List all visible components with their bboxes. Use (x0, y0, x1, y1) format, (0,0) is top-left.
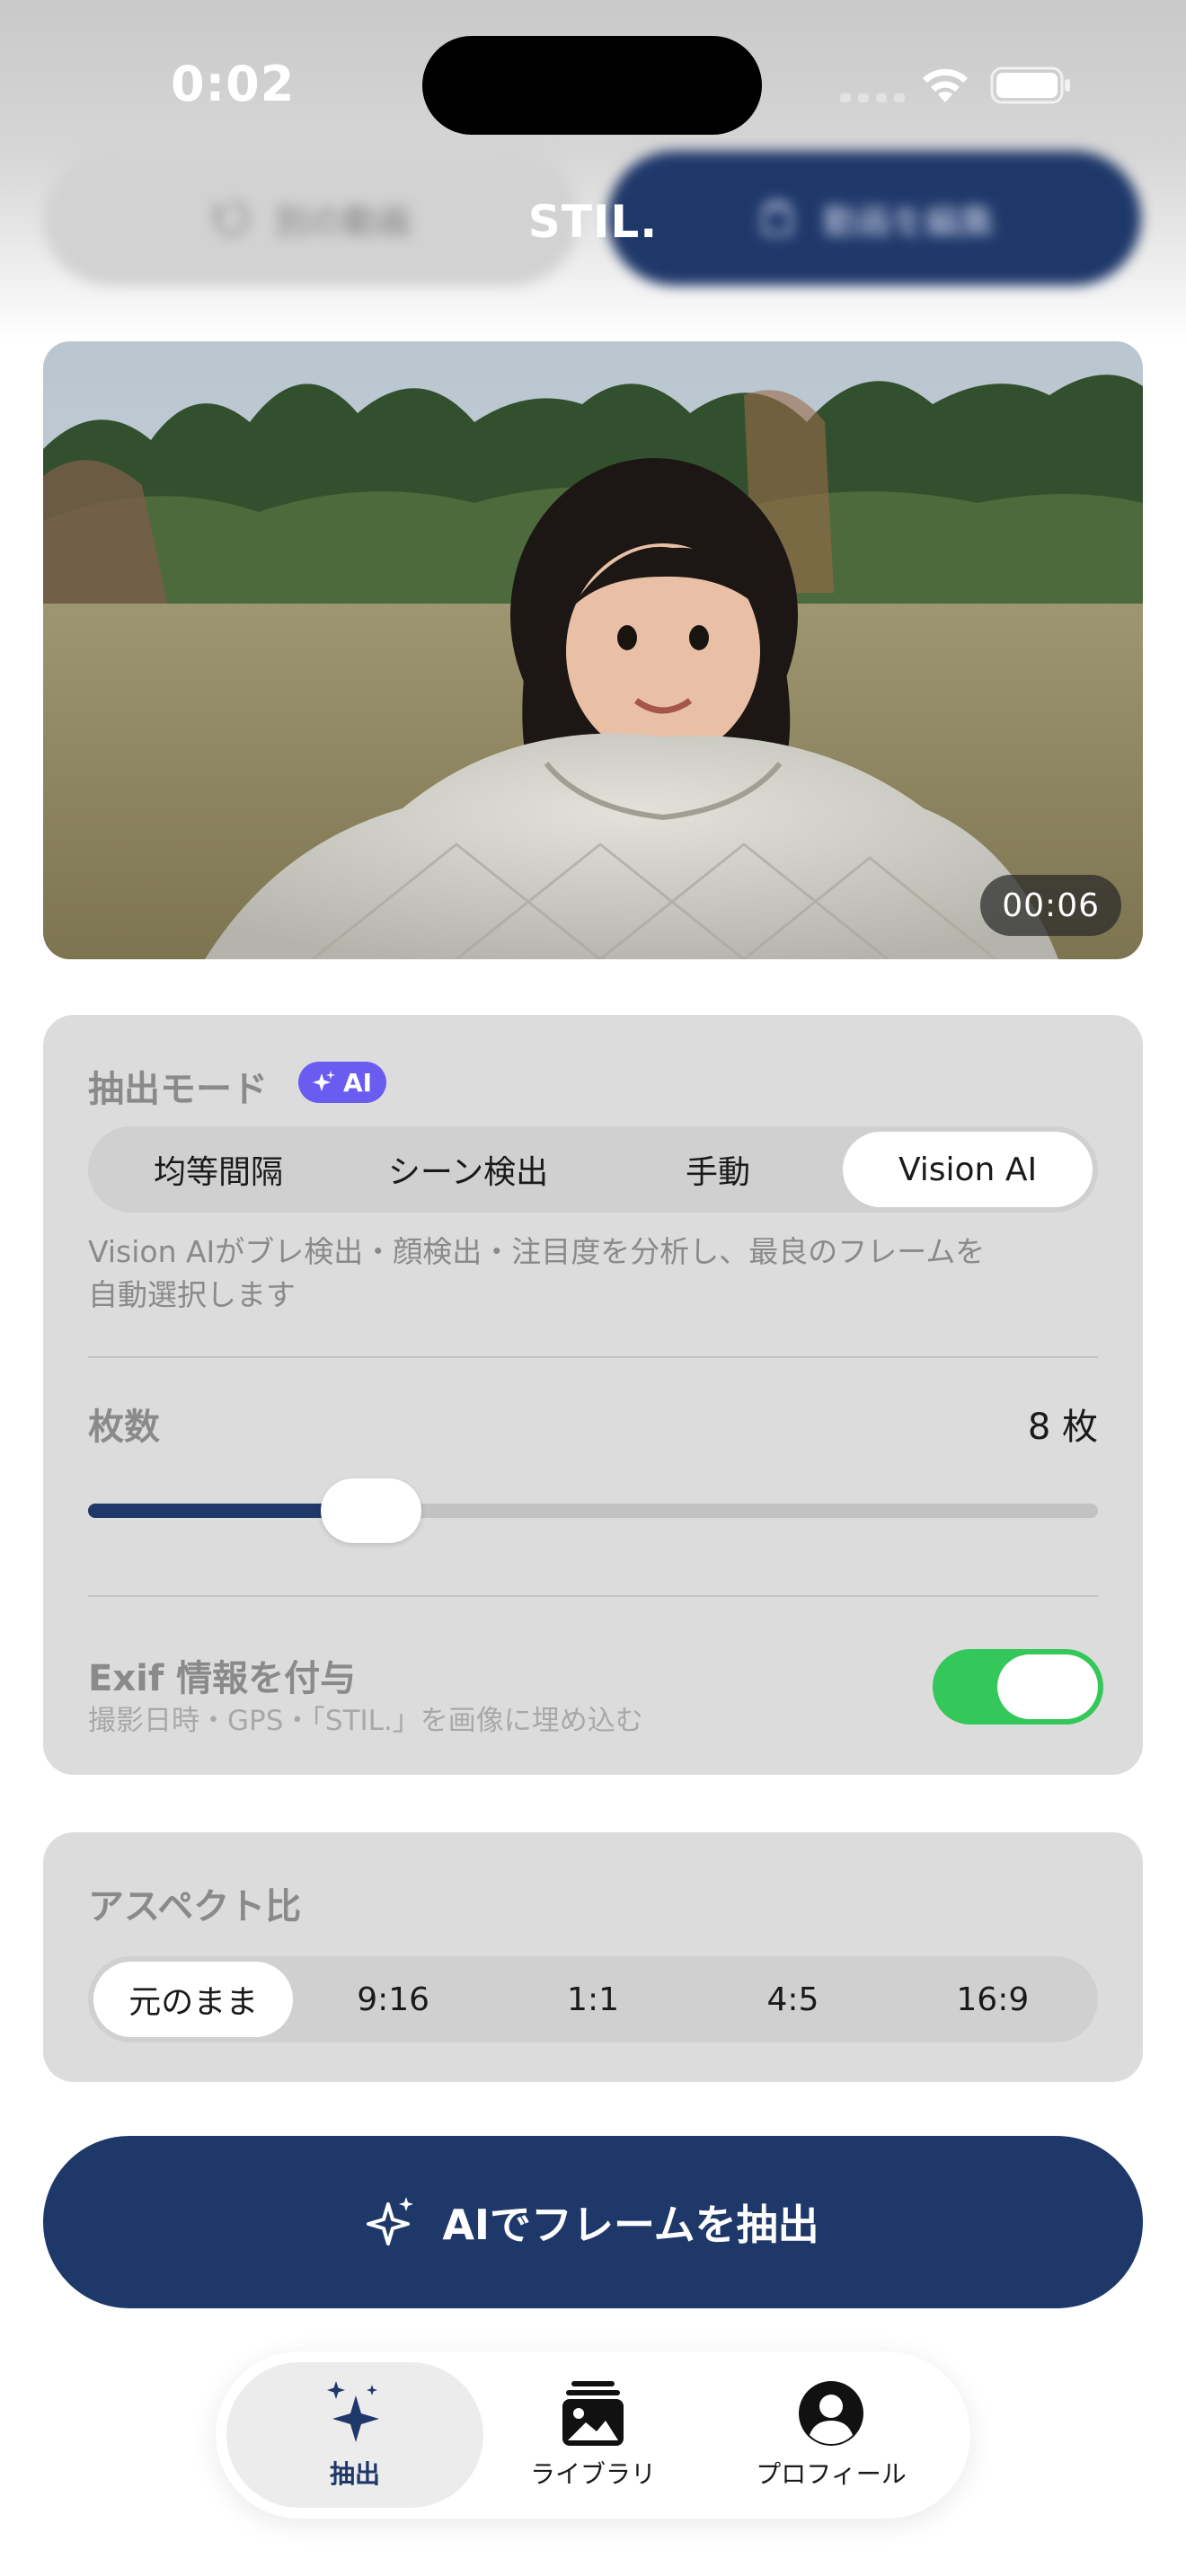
mode-option-manual[interactable]: 手動 (593, 1132, 843, 1207)
mode-description-line1: Vision AIがブレ検出・顔検出・注目度を分析し、最良のフレームを (88, 1234, 986, 1269)
tab-library-label: ライブラリ (529, 2459, 656, 2489)
count-label: 枚数 (88, 1407, 160, 1448)
exif-sublabel: 撮影日時・GPS・「STIL.」を画像に埋め込む (88, 1705, 643, 1737)
mode-option-scene[interactable]: シーン検出 (343, 1132, 593, 1207)
mode-option-vision-ai[interactable]: Vision AI (843, 1132, 1093, 1207)
extraction-settings-card: 抽出モード AI 均等間隔 シーン検出 手動 Vision AI Vision … (43, 1015, 1143, 1775)
sparkles-icon (367, 2197, 414, 2245)
ai-badge: AI (298, 1062, 387, 1103)
tab-bar: 抽出 ライブラリ プロフィール (216, 2351, 970, 2519)
aspect-option-16-9[interactable]: 16:9 (893, 1962, 1093, 2037)
aspect-ratio-selector: 元のまま 9:16 1:1 4:5 16:9 (88, 1956, 1098, 2042)
aspect-option-9-16[interactable]: 9:16 (293, 1962, 492, 2037)
photo-library-icon (562, 2381, 624, 2446)
extract-frames-button[interactable]: AIでフレームを抽出 (43, 2136, 1143, 2308)
aspect-ratio-card: アスペクト比 元のまま 9:16 1:1 4:5 16:9 (43, 1832, 1143, 2082)
tab-profile[interactable]: プロフィール (703, 2362, 960, 2508)
video-frame (43, 341, 1143, 959)
app-title: STIL. (527, 196, 659, 248)
exif-toggle-knob (997, 1654, 1098, 1719)
exif-label: Exif 情報を付与 (88, 1658, 357, 1699)
aspect-ratio-label: アスペクト比 (88, 1886, 302, 1928)
aspect-option-original[interactable]: 元のまま (93, 1962, 294, 2037)
extract-frames-label: AIでフレームを抽出 (442, 2201, 819, 2249)
tab-profile-label: プロフィール (756, 2459, 907, 2489)
aspect-option-4-5[interactable]: 4:5 (693, 1962, 892, 2037)
mode-description: Vision AIがブレ検出・顔検出・注目度を分析し、最良のフレームを 自動選択… (88, 1231, 1076, 1317)
sparkles-icon (313, 1071, 335, 1091)
count-slider[interactable] (88, 1478, 1098, 1543)
dynamic-island (422, 36, 762, 135)
ai-badge-text: AI (343, 1067, 373, 1098)
video-duration: 00:06 (980, 875, 1121, 936)
divider (88, 1356, 1098, 1358)
divider (88, 1595, 1098, 1597)
extraction-mode-label: 抽出モード (88, 1069, 268, 1110)
person-circle-icon (799, 2381, 863, 2446)
tab-extract[interactable]: 抽出 (226, 2362, 483, 2508)
status-time: 0:02 (171, 56, 296, 112)
wifi-icon (923, 68, 968, 102)
battery-icon (990, 66, 1070, 104)
tab-library[interactable]: ライブラリ (465, 2362, 721, 2508)
exif-toggle[interactable] (933, 1649, 1103, 1725)
aspect-option-1-1[interactable]: 1:1 (493, 1962, 693, 2037)
cellular-icon (840, 93, 905, 102)
mode-option-uniform[interactable]: 均等間隔 (93, 1132, 343, 1207)
sparkles-icon (327, 2381, 379, 2442)
count-value: 8 枚 (1027, 1407, 1098, 1448)
count-slider-thumb[interactable] (320, 1478, 421, 1543)
mode-description-line2: 自動選択します (88, 1277, 296, 1312)
extraction-mode-selector: 均等間隔 シーン検出 手動 Vision AI (88, 1126, 1098, 1213)
video-preview[interactable]: 00:06 (43, 341, 1143, 959)
tab-extract-label: 抽出 (329, 2459, 380, 2489)
